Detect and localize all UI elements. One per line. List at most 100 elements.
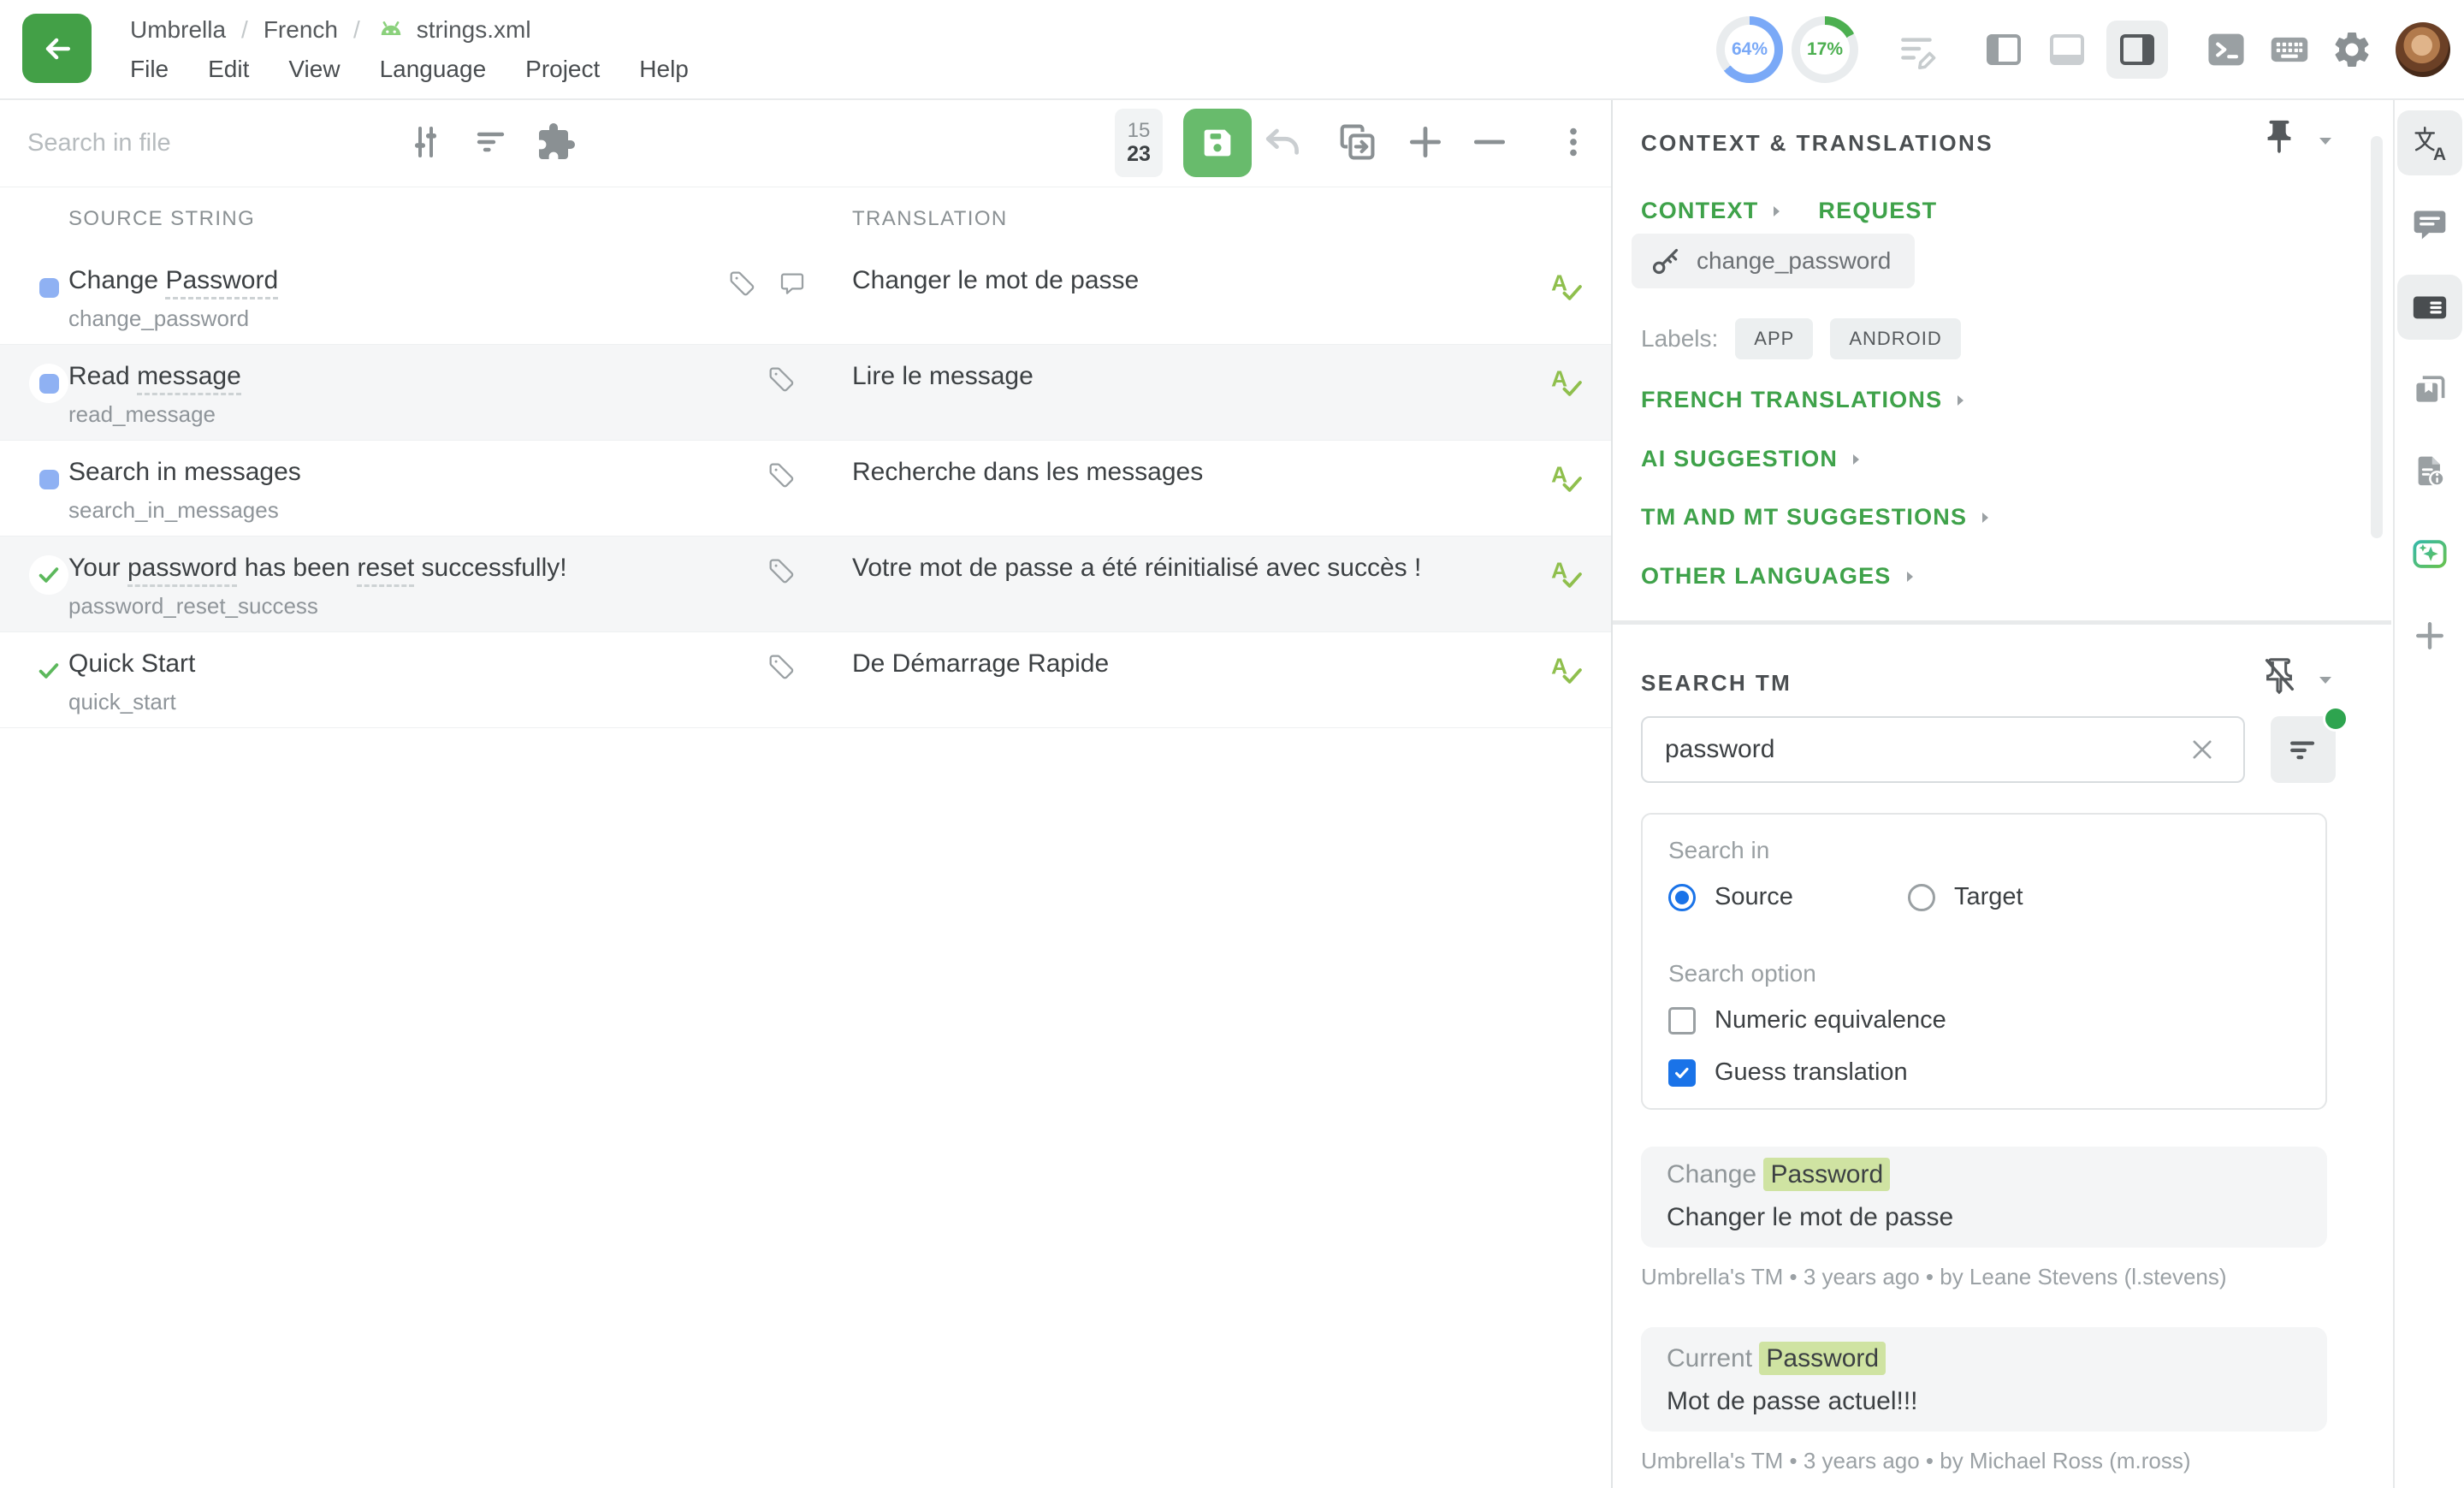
table-header: SOURCE STRING TRANSLATION — [0, 187, 1611, 250]
breadcrumb-file[interactable]: strings.xml — [376, 15, 531, 45]
panel-caret-icon[interactable] — [2316, 134, 2335, 148]
table-row[interactable]: Search in messages search_in_messages Re… — [0, 441, 1611, 537]
tab-context[interactable]: CONTEXT — [1641, 198, 1782, 224]
checkbox-guess-translation[interactable]: Guess translation — [1668, 1058, 1908, 1087]
table-row[interactable]: Read message read_message Lire le messag… — [0, 345, 1611, 441]
glossary-term: Password — [165, 266, 278, 299]
section-french-translations[interactable]: FRENCH TRANSLATIONS — [1641, 387, 1966, 413]
key-icon — [1649, 244, 1683, 278]
back-button[interactable] — [22, 14, 92, 83]
remove-string-icon[interactable] — [1468, 121, 1509, 162]
rail-context-panel-icon[interactable] — [2397, 275, 2462, 340]
strings-toolbar: 15 23 — [0, 98, 1611, 187]
unpin-icon[interactable] — [2260, 656, 2299, 696]
avatar[interactable] — [2396, 22, 2450, 77]
string-key-chip[interactable]: change_password — [1632, 234, 1915, 288]
tag-icon[interactable] — [767, 557, 797, 586]
approval-progress-ring[interactable]: 17% — [1792, 16, 1858, 83]
string-position-counter: 15 23 — [1115, 109, 1163, 177]
filter-icon[interactable] — [471, 122, 512, 163]
tag-icon[interactable] — [728, 270, 757, 299]
breadcrumb-project[interactable]: Umbrella — [130, 16, 226, 44]
section-ai-suggestion[interactable]: AI SUGGESTION — [1641, 446, 1862, 472]
search-in-file-input[interactable] — [26, 121, 371, 165]
table-row[interactable]: Your password has been reset successfull… — [0, 537, 1611, 632]
layout-left-panel-icon[interactable] — [1981, 29, 2026, 70]
breadcrumb-language[interactable]: French — [264, 16, 338, 44]
rail-comments-icon[interactable] — [2397, 193, 2462, 258]
chevron-right-icon — [1979, 510, 1991, 525]
tm-result-translation: Mot de passe actuel!!! — [1667, 1387, 1918, 1416]
tm-result[interactable]: Current Password Mot de passe actuel!!! — [1641, 1327, 2327, 1432]
radio-selected-icon — [1668, 884, 1696, 911]
proofread-icon[interactable] — [1896, 28, 1939, 71]
search-option-label: Search option — [1668, 960, 1816, 987]
chevron-right-icon — [1954, 393, 1966, 408]
source-string: Your password has been reset successfull… — [68, 554, 567, 583]
android-icon — [376, 15, 406, 45]
rail-file-info-icon[interactable] — [2397, 439, 2462, 504]
translation-text: Lire le message — [852, 362, 1034, 391]
menu-language[interactable]: Language — [380, 56, 487, 83]
tm-result[interactable]: Change Password Changer le mot de passe — [1641, 1147, 2327, 1248]
menu-project[interactable]: Project — [525, 56, 600, 83]
clear-search-icon[interactable] — [2188, 735, 2218, 766]
section-tm-mt-suggestions[interactable]: TM AND MT SUGGESTIONS — [1641, 504, 1991, 531]
string-key: search_in_messages — [68, 497, 279, 524]
rail-screenshots-icon[interactable] — [2397, 357, 2462, 422]
translation-text: Changer le mot de passe — [852, 266, 1139, 295]
strings-area: 15 23 SOUR — [0, 98, 1613, 1488]
table-row[interactable]: Quick Start quick_start De Démarrage Rap… — [0, 632, 1611, 728]
breadcrumb-file-label: strings.xml — [417, 16, 531, 44]
menu-edit[interactable]: Edit — [208, 56, 249, 83]
search-tm-caret-icon[interactable] — [2316, 673, 2335, 687]
layout-bottom-panel-icon[interactable] — [2045, 29, 2089, 70]
chevron-right-icon — [1904, 569, 1916, 584]
highlighted-match: Password — [1759, 1342, 1886, 1375]
table-row[interactable]: Change Password change_password Changer … — [0, 249, 1611, 345]
add-string-icon[interactable] — [1404, 121, 1445, 162]
radio-target[interactable]: Target — [1908, 883, 2023, 911]
translation-column-header: TRANSLATION — [852, 207, 1008, 231]
save-button[interactable] — [1183, 109, 1252, 177]
menu-file[interactable]: File — [130, 56, 169, 83]
keyboard-icon[interactable] — [2267, 27, 2312, 72]
tm-result-meta: Umbrella's TM • 3 years ago • by Michael… — [1641, 1448, 2191, 1474]
rail-add-panel-icon[interactable] — [2397, 603, 2462, 668]
checkbox-numeric-equivalence[interactable]: Numeric equivalence — [1668, 1006, 1946, 1034]
menu-help[interactable]: Help — [639, 56, 689, 83]
search-tm-title: SEARCH TM — [1641, 670, 1792, 697]
rail-translate-icon[interactable]: A — [2397, 110, 2462, 175]
comment-icon[interactable] — [778, 270, 807, 299]
status-approved-icon — [29, 651, 68, 691]
kebab-menu-icon[interactable] — [1554, 121, 1595, 162]
layout-right-panel-toggle[interactable] — [2106, 21, 2168, 79]
source-string: Change Password — [68, 266, 278, 295]
menu-view[interactable]: View — [288, 56, 340, 83]
gear-icon[interactable] — [2331, 28, 2373, 71]
glossary-term: password — [127, 554, 237, 587]
translation-progress-ring[interactable]: 64% — [1716, 16, 1783, 83]
tm-result-source: Current Password — [1667, 1344, 1886, 1373]
tag-icon[interactable] — [767, 365, 797, 394]
terminal-icon[interactable] — [2204, 27, 2248, 72]
rail-ai-icon[interactable] — [2397, 521, 2462, 586]
puzzle-icon[interactable] — [536, 122, 577, 163]
tag-icon[interactable] — [767, 461, 797, 490]
breadcrumb-separator: / — [241, 16, 248, 44]
radio-source[interactable]: Source — [1668, 883, 1829, 911]
breadcrumb-separator: / — [353, 16, 360, 44]
copy-to-next-icon[interactable] — [1335, 120, 1376, 161]
tab-request[interactable]: REQUEST — [1818, 198, 1937, 224]
tag-icon[interactable] — [767, 653, 797, 682]
undo-icon[interactable] — [1261, 120, 1302, 161]
section-other-languages[interactable]: OTHER LANGUAGES — [1641, 563, 1916, 590]
label-chip: APP — [1735, 318, 1813, 359]
tm-search-input[interactable] — [1641, 716, 2245, 783]
panel-scrollbar[interactable] — [2371, 136, 2383, 538]
tune-filters-icon[interactable] — [405, 122, 446, 163]
chevron-right-icon — [1850, 452, 1862, 467]
pin-icon[interactable] — [2260, 117, 2299, 157]
checkbox-unchecked-icon — [1668, 1007, 1696, 1034]
filter-active-badge — [2323, 706, 2348, 732]
